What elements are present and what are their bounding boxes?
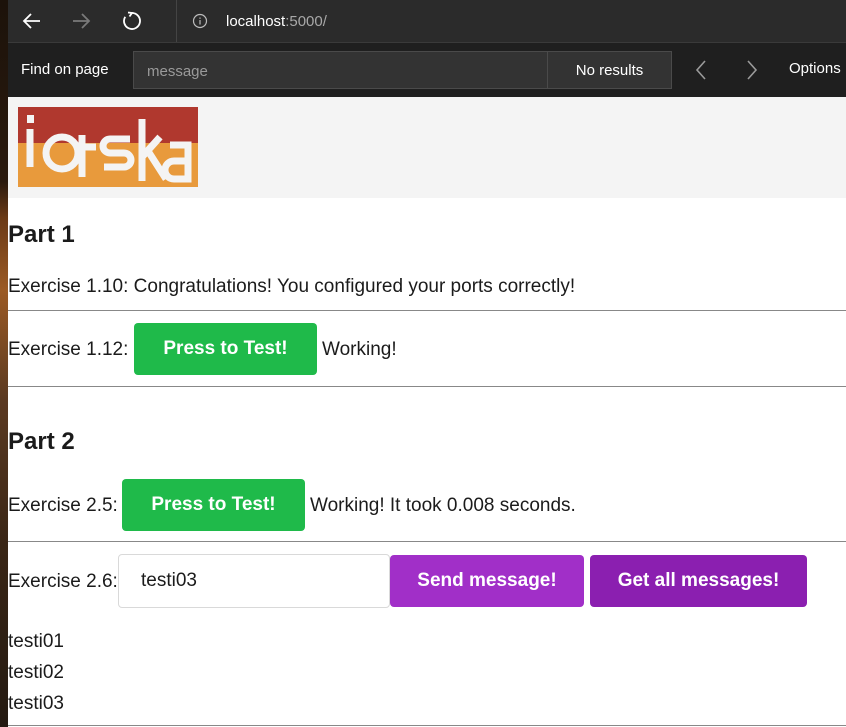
exercise-2-5-label: Exercise 2.5: — [8, 495, 118, 516]
url-path: :5000/ — [285, 12, 327, 30]
back-arrow-icon — [22, 13, 40, 29]
message-list-item: testi03 — [8, 693, 64, 714]
find-input[interactable]: message No results — [133, 51, 672, 89]
find-on-page-bar: Find on page message No results Options — [8, 42, 846, 97]
address-bar[interactable]: localhost:5000/ — [180, 0, 846, 42]
get-all-messages-button[interactable]: Get all messages! — [590, 555, 807, 607]
desktop-background-strip — [0, 0, 8, 727]
message-list-item: testi02 — [8, 662, 64, 683]
exercise-2-6-label: Exercise 2.6: — [8, 571, 118, 592]
exercise-2-5-test-button[interactable]: Press to Test! — [122, 479, 305, 531]
exercise-2-5-status: Working! It took 0.008 seconds. — [310, 495, 576, 516]
main-content: Part 1 Exercise 1.10: Congratulations! Y… — [8, 198, 846, 727]
divider-line — [8, 541, 846, 542]
back-button[interactable] — [16, 5, 48, 37]
chevron-left-icon — [695, 60, 706, 80]
message-input-value: testi03 — [141, 570, 197, 591]
iosa-logo — [18, 107, 198, 192]
exercise-1-12-label: Exercise 1.12: — [8, 339, 129, 360]
divider-line — [8, 310, 846, 311]
url-text: localhost:5000/ — [226, 13, 327, 30]
page-header — [8, 97, 846, 198]
refresh-icon — [123, 11, 141, 30]
exercise-1-12-status: Working! — [322, 339, 397, 360]
divider-line — [8, 386, 846, 387]
url-host: localhost — [226, 12, 286, 30]
toolbar-separator — [176, 0, 177, 42]
forward-button[interactable] — [65, 5, 97, 37]
find-next-button[interactable] — [739, 57, 765, 83]
divider-line — [8, 725, 846, 726]
exercise-1-10-text: Exercise 1.10: Congratulations! You conf… — [8, 276, 576, 297]
part1-heading: Part 1 — [8, 221, 75, 248]
refresh-button[interactable] — [116, 5, 148, 37]
message-input[interactable]: testi03 — [118, 554, 390, 608]
message-list-item: testi01 — [8, 631, 64, 652]
find-results-count: No results — [575, 61, 644, 79]
find-label: Find on page — [21, 61, 109, 78]
forward-arrow-icon — [73, 13, 91, 29]
find-previous-button[interactable] — [688, 57, 714, 83]
info-icon[interactable] — [192, 13, 208, 29]
exercise-1-12-test-button[interactable]: Press to Test! — [134, 323, 317, 375]
find-options-button[interactable]: Options — [789, 60, 841, 77]
send-message-button[interactable]: Send message! — [390, 555, 584, 607]
chevron-right-icon — [747, 60, 758, 80]
browser-toolbar: localhost:5000/ — [8, 0, 846, 42]
find-input-placeholder: message — [147, 63, 208, 80]
part2-heading: Part 2 — [8, 428, 75, 455]
